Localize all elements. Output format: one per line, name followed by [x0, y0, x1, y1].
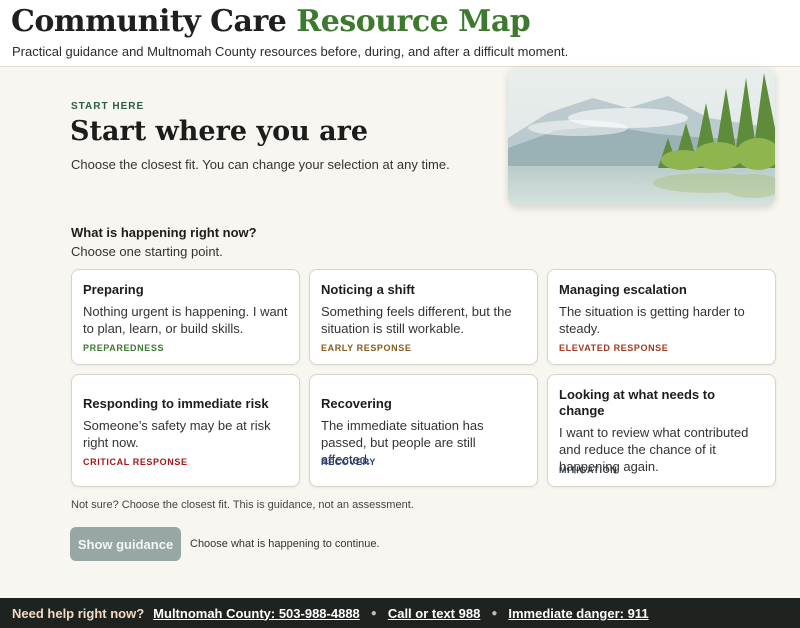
- question-title: What is happening right now?: [71, 225, 257, 240]
- card-title: Managing escalation: [559, 282, 687, 297]
- card-description: Nothing urgent is happening. I want to p…: [83, 304, 288, 336]
- card-tag: EARLY RESPONSE: [321, 343, 412, 353]
- card-tag: PREPAREDNESS: [83, 343, 165, 353]
- card-preparing[interactable]: Preparing Nothing urgent is happening. I…: [71, 269, 300, 365]
- site-header: Community Care Resource Map Practical gu…: [0, 0, 800, 67]
- card-title: Preparing: [83, 282, 144, 297]
- card-description: The situation is getting harder to stead…: [559, 304, 745, 336]
- page-lead: Choose the closest fit. You can change y…: [71, 157, 450, 172]
- card-title: Recovering: [321, 396, 392, 411]
- question-subtitle: Choose one starting point.: [71, 244, 223, 259]
- site-subtitle: Practical guidance and Multnomah County …: [12, 44, 569, 59]
- eyebrow-label: START HERE: [71, 101, 145, 112]
- card-description: Someone’s safety may be at risk right no…: [83, 418, 271, 450]
- button-hint: Choose what is happening to continue.: [190, 538, 380, 550]
- card-immediate-risk[interactable]: Responding to immediate risk Someone’s s…: [71, 374, 300, 487]
- card-tag: MITIGATION: [559, 465, 618, 475]
- help-footer: Need help right now? Multnomah County: 5…: [0, 598, 800, 628]
- page-title: Start where you are: [70, 116, 369, 147]
- site-title-main: Community Care: [11, 4, 287, 39]
- card-description: Something feels different, but the situa…: [321, 304, 512, 336]
- card-title: Responding to immediate risk: [83, 396, 269, 411]
- site-title-accent: Resource Map: [296, 4, 531, 39]
- card-noticing-a-shift[interactable]: Noticing a shift Something feels differe…: [309, 269, 538, 365]
- card-tag: RECOVERY: [321, 457, 376, 467]
- separator-dot: ●: [370, 607, 377, 619]
- separator-dot: ●: [491, 607, 498, 619]
- card-title: Looking at what needs to change: [559, 387, 716, 418]
- emergency-911-link[interactable]: Immediate danger: 911: [508, 606, 648, 621]
- lake-forest-illustration: [508, 68, 775, 206]
- footer-lead: Need help right now?: [12, 605, 145, 621]
- hero-landscape-image: [508, 68, 775, 206]
- card-recovering[interactable]: Recovering The immediate situation has p…: [309, 374, 538, 487]
- crisis-988-link[interactable]: Call or text 988: [388, 606, 481, 621]
- county-hotline-link[interactable]: Multnomah County: 503-988-4888: [153, 606, 360, 621]
- card-managing-escalation[interactable]: Managing escalation The situation is get…: [547, 269, 776, 365]
- card-tag: ELEVATED RESPONSE: [559, 343, 669, 353]
- card-title: Noticing a shift: [321, 282, 415, 297]
- site-title: Community Care Resource Map: [11, 4, 531, 39]
- guidance-note: Not sure? Choose the closest fit. This i…: [71, 499, 414, 511]
- card-tag: CRITICAL RESPONSE: [83, 457, 188, 467]
- card-what-needs-to-change[interactable]: Looking at what needs to change I want t…: [547, 374, 776, 487]
- show-guidance-button[interactable]: Show guidance: [70, 527, 181, 561]
